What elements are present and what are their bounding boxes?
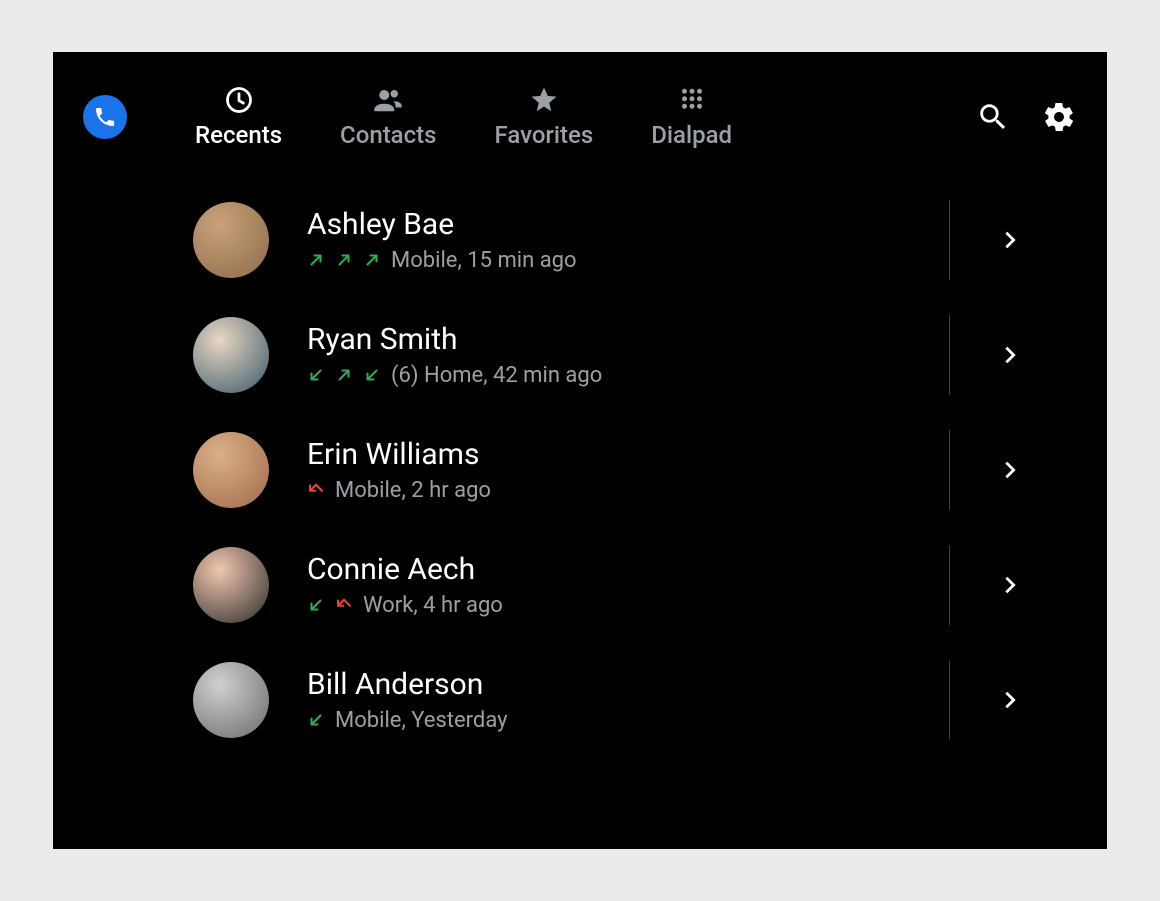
call-incoming-icon [307, 366, 325, 384]
top-bar: Recents Contacts Favorites Dialpad [53, 52, 1107, 182]
dialpad-icon [677, 85, 707, 115]
tab-label: Recents [195, 121, 282, 149]
call-row[interactable]: Ryan Smith (6) Home, 42 min ago [193, 297, 1107, 412]
call-incoming-icon [363, 366, 381, 384]
people-icon [373, 85, 403, 115]
call-detail-button[interactable] [949, 545, 1069, 625]
call-outgoing-icon [307, 251, 325, 269]
gear-icon [1042, 100, 1076, 134]
search-icon [976, 100, 1010, 134]
call-subline: Mobile, Yesterday [307, 708, 949, 733]
call-row[interactable]: Connie Aech Work, 4 hr ago [193, 527, 1107, 642]
call-direction-icons [307, 711, 325, 729]
call-detail-button[interactable] [949, 315, 1069, 395]
tab-recents[interactable]: Recents [195, 85, 282, 149]
call-outgoing-icon [335, 251, 353, 269]
star-icon [529, 85, 559, 115]
contact-avatar [193, 432, 269, 508]
call-subline: Work, 4 hr ago [307, 593, 949, 618]
call-info: Ryan Smith (6) Home, 42 min ago [269, 322, 949, 388]
contact-avatar [193, 662, 269, 738]
call-subline: Mobile, 15 min ago [307, 248, 949, 273]
tab-label: Favorites [495, 121, 594, 149]
call-info: Connie Aech Work, 4 hr ago [269, 552, 949, 618]
contact-name: Erin Williams [307, 437, 949, 472]
call-subline: (6) Home, 42 min ago [307, 363, 949, 388]
chevron-right-icon [999, 574, 1021, 596]
tabs: Recents Contacts Favorites Dialpad [195, 85, 975, 149]
call-row[interactable]: Erin Williams Mobile, 2 hr ago [193, 412, 1107, 527]
call-detail-button[interactable] [949, 660, 1069, 740]
contact-avatar [193, 317, 269, 393]
call-direction-icons [307, 481, 325, 499]
call-direction-icons [307, 596, 353, 614]
tab-label: Dialpad [651, 121, 732, 149]
call-row[interactable]: Bill Anderson Mobile, Yesterday [193, 642, 1107, 757]
call-info: Bill Anderson Mobile, Yesterday [269, 667, 949, 733]
call-missed-icon [335, 596, 353, 614]
chevron-right-icon [999, 689, 1021, 711]
call-info: Ashley Bae Mobile, 15 min ago [269, 207, 949, 273]
clock-icon [224, 85, 254, 115]
contact-avatar [193, 202, 269, 278]
chevron-right-icon [999, 459, 1021, 481]
call-meta: Work, 4 hr ago [363, 593, 503, 618]
tab-dialpad[interactable]: Dialpad [651, 85, 732, 149]
call-subline: Mobile, 2 hr ago [307, 478, 949, 503]
call-direction-icons [307, 366, 381, 384]
contact-name: Connie Aech [307, 552, 949, 587]
contact-name: Ryan Smith [307, 322, 949, 357]
call-missed-icon [307, 481, 325, 499]
call-detail-button[interactable] [949, 200, 1069, 280]
phone-app-window: Recents Contacts Favorites Dialpad Ashley B… [53, 52, 1107, 849]
call-incoming-icon [307, 596, 325, 614]
search-button[interactable] [975, 99, 1011, 135]
chevron-right-icon [999, 344, 1021, 366]
contact-avatar [193, 547, 269, 623]
tab-contacts[interactable]: Contacts [340, 85, 436, 149]
phone-icon [93, 105, 117, 129]
tab-label: Contacts [340, 121, 436, 149]
contact-name: Bill Anderson [307, 667, 949, 702]
call-meta: Mobile, 2 hr ago [335, 478, 491, 503]
tab-favorites[interactable]: Favorites [495, 85, 594, 149]
call-detail-button[interactable] [949, 430, 1069, 510]
call-direction-icons [307, 251, 381, 269]
call-outgoing-icon [363, 251, 381, 269]
call-outgoing-icon [335, 366, 353, 384]
call-row[interactable]: Ashley Bae Mobile, 15 min ago [193, 182, 1107, 297]
call-info: Erin Williams Mobile, 2 hr ago [269, 437, 949, 503]
settings-button[interactable] [1041, 99, 1077, 135]
chevron-right-icon [999, 229, 1021, 251]
call-meta: (6) Home, 42 min ago [391, 363, 602, 388]
call-meta: Mobile, Yesterday [335, 708, 508, 733]
phone-app-icon[interactable] [83, 95, 127, 139]
call-incoming-icon [307, 711, 325, 729]
top-actions [975, 99, 1077, 135]
recents-list: Ashley Bae Mobile, 15 min ago Ryan Smith (6… [53, 182, 1107, 757]
contact-name: Ashley Bae [307, 207, 949, 242]
call-meta: Mobile, 15 min ago [391, 248, 577, 273]
